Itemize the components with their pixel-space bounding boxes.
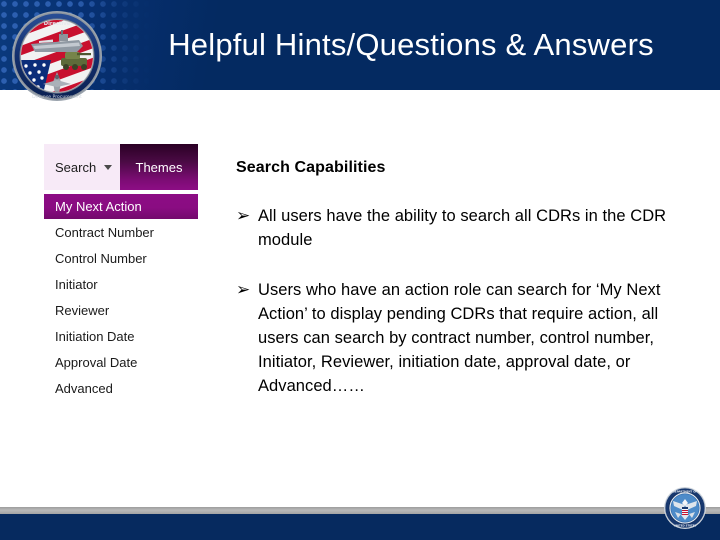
slide-content: Search Capabilities ➢ All users have the…: [236, 158, 686, 398]
search-widget-screenshot: Search Themes My Next Action Contract Nu…: [44, 144, 198, 401]
search-menu-list: My Next Action Contract Number Control N…: [44, 190, 198, 401]
bullet-item: ➢ Users who have an action role can sear…: [236, 278, 686, 398]
dpap-directive-seal-icon: Directive Defense Procurement: [9, 8, 105, 104]
svg-text:DEPARTMENT OF: DEPARTMENT OF: [673, 489, 698, 493]
menu-item-approval-date[interactable]: Approval Date: [44, 349, 198, 375]
chevron-down-icon[interactable]: [104, 164, 113, 170]
menu-item-label: Control Number: [55, 250, 147, 266]
search-widget-tab-strip: Search Themes: [44, 144, 198, 190]
bullet-item: ➢ All users have the ability to search a…: [236, 204, 686, 252]
menu-item-initiation-date[interactable]: Initiation Date: [44, 323, 198, 349]
menu-item-advanced[interactable]: Advanced: [44, 375, 198, 401]
menu-item-label: My Next Action: [55, 199, 142, 214]
footer-bar: [0, 514, 720, 540]
svg-text:Directive: Directive: [44, 21, 71, 27]
footer-divider: [0, 507, 720, 514]
menu-item-label: Initiation Date: [55, 328, 135, 344]
svg-text:UNITED STATES: UNITED STATES: [674, 524, 697, 528]
bullet-text: All users have the ability to search all…: [258, 207, 667, 249]
dod-seal-icon: DEPARTMENT OF UNITED STATES: [663, 486, 707, 530]
menu-item-my-next-action[interactable]: My Next Action: [44, 194, 198, 219]
menu-item-contract-number[interactable]: Contract Number: [44, 219, 198, 245]
menu-item-label: Reviewer: [55, 302, 110, 318]
menu-item-initiator[interactable]: Initiator: [44, 271, 198, 297]
menu-item-label: Approval Date: [55, 354, 138, 370]
menu-item-label: Contract Number: [55, 224, 154, 240]
arrow-bullet-icon: ➢: [236, 206, 251, 226]
tab-search-label: Search: [55, 159, 97, 175]
slide-header: Helpful Hints/Questions & Answers: [0, 0, 720, 90]
menu-item-label: Initiator: [55, 276, 98, 292]
menu-item-reviewer[interactable]: Reviewer: [44, 297, 198, 323]
menu-item-label: Advanced: [55, 380, 113, 396]
page-title: Helpful Hints/Questions & Answers: [168, 27, 654, 62]
tab-themes-label: Themes: [135, 159, 183, 175]
content-heading: Search Capabilities: [236, 159, 386, 176]
arrow-bullet-icon: ➢: [236, 280, 251, 300]
tab-search[interactable]: Search: [44, 144, 120, 190]
tab-themes[interactable]: Themes: [120, 144, 198, 190]
menu-item-control-number[interactable]: Control Number: [44, 245, 198, 271]
bullet-text: Users who have an action role can search…: [258, 281, 661, 395]
